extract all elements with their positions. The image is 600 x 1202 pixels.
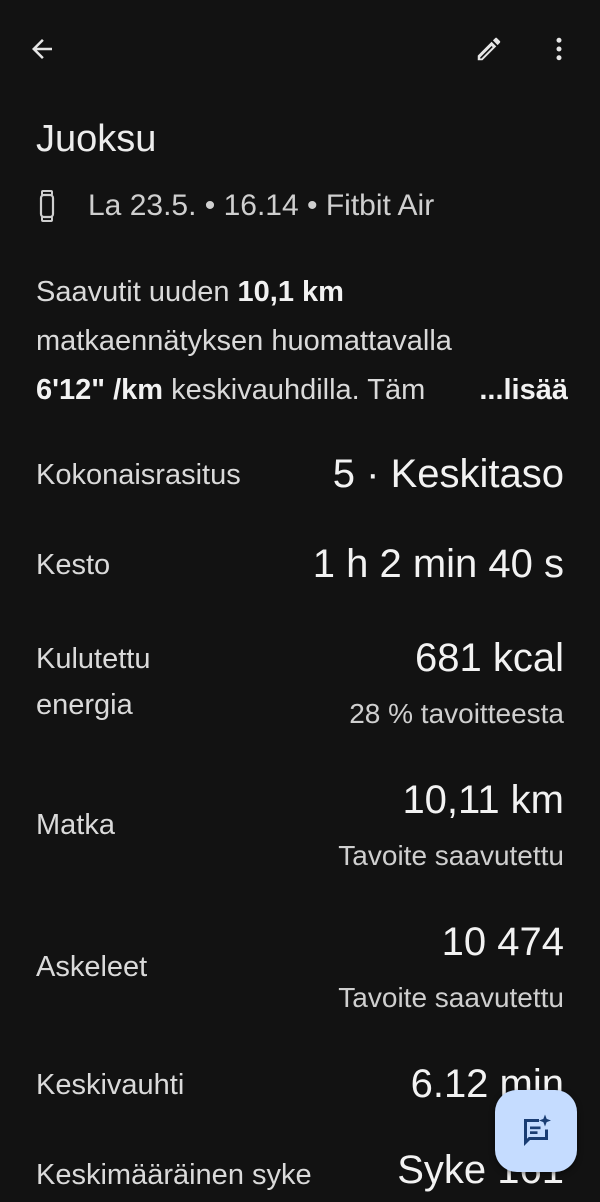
activity-date-device: La 23.5. • 16.14 • Fitbit Air [88, 189, 435, 222]
stat-label: Matka [36, 809, 115, 841]
top-app-bar [0, 0, 600, 100]
summary-line: matkaennätyksen huomattavalla [36, 325, 452, 357]
stat-row-energy: Kulutettu energia 681 kcal 28 % tavoitte… [36, 636, 564, 736]
watch-icon [36, 190, 76, 222]
stat-row-avg-heart-rate: Keskimääräinen syke Syke 161 [36, 1148, 564, 1202]
stat-value: 681 kcal [415, 636, 564, 680]
stat-value: 1 h 2 min 40 s [312, 542, 564, 586]
activity-meta: La 23.5. • 16.14 • Fitbit Air [36, 184, 434, 228]
stat-value: 5 · Keskitaso [332, 452, 564, 496]
stat-value: 10,11 km [402, 778, 564, 822]
activity-summary: Saavutit uuden 10,1 km matkaennätyksen h… [36, 268, 568, 415]
summary-distance-record: 10,1 km [237, 276, 344, 308]
stat-label: Kesto [36, 549, 111, 581]
stat-value: 10 474 [441, 920, 564, 964]
stat-row-total-load: Kokonaisrasitus 5 · Keskitaso [36, 452, 564, 502]
more-options-button[interactable] [535, 25, 583, 73]
summary-line: Saavutit uuden 10,1 km [36, 276, 344, 308]
stat-label: Keskivauhti [36, 1069, 185, 1101]
stat-row-steps: Askeleet 10 474 Tavoite saavutettu [36, 920, 564, 1020]
stat-row-distance: Matka 10,11 km Tavoite saavutettu [36, 778, 564, 878]
read-more-link[interactable]: ...lisää [473, 366, 568, 415]
stat-label: Keskimääräinen syke [36, 1159, 312, 1191]
summary-pace: 6'12" /km [36, 374, 164, 406]
stat-subtext: 28 % tavoitteesta [349, 698, 564, 729]
activity-title: Juoksu [36, 118, 157, 160]
more-vert-icon [556, 37, 562, 61]
ai-assistant-fab[interactable] [495, 1090, 577, 1172]
stat-row-avg-pace: Keskivauhti 6.12 min [36, 1062, 564, 1112]
stat-label: Kokonaisrasitus [36, 459, 241, 491]
ai-chat-sparkle-icon [524, 1114, 551, 1146]
pencil-icon [477, 37, 501, 61]
edit-button[interactable] [465, 25, 513, 73]
stat-label: Kulutettu [36, 643, 151, 675]
stat-label: energia [36, 689, 133, 721]
stat-label: Askeleet [36, 951, 148, 983]
stat-subtext: Tavoite saavutettu [338, 840, 564, 871]
stat-subtext: Tavoite saavutettu [338, 982, 564, 1013]
back-button[interactable] [18, 25, 66, 73]
stat-row-duration: Kesto 1 h 2 min 40 s [36, 542, 564, 592]
summary-line: ...lisää 6'12" /km keskivauhdilla. Täm [36, 366, 568, 415]
arrow-back-icon [32, 39, 52, 59]
